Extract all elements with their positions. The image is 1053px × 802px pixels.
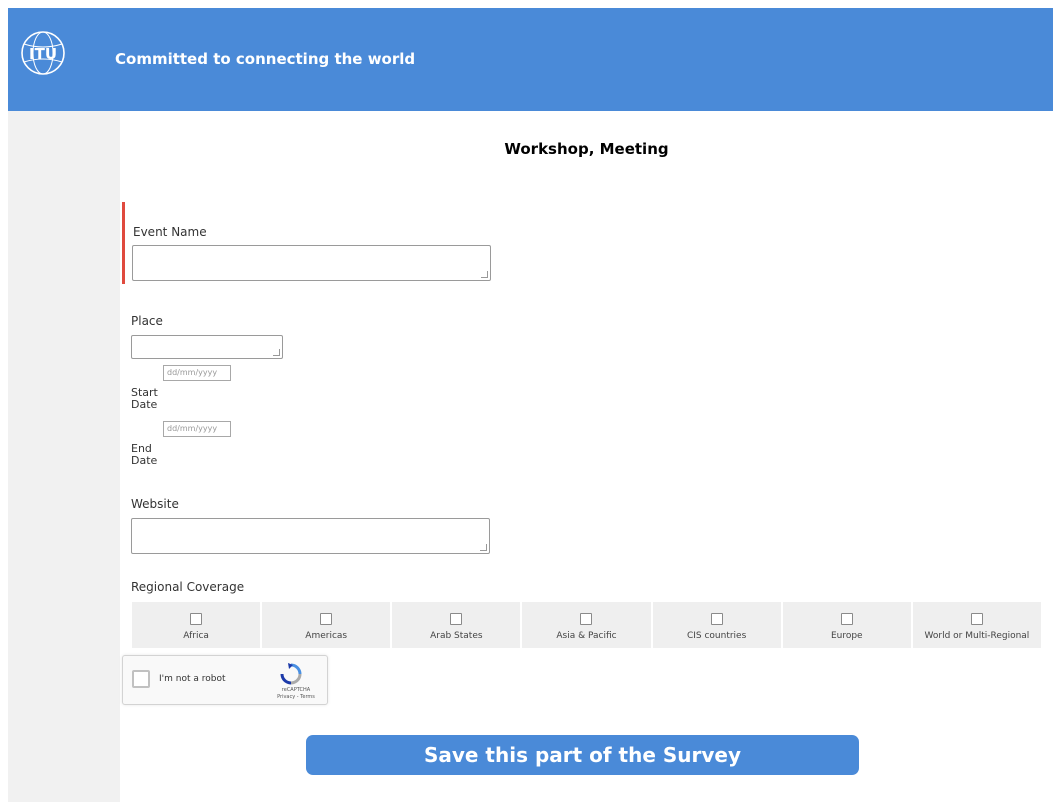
page: ITU Committed to connecting the world Wo… bbox=[0, 0, 1053, 802]
region-checkbox-world[interactable] bbox=[970, 613, 983, 625]
recaptcha-checkbox[interactable] bbox=[132, 670, 150, 688]
region-option-europe: Europe bbox=[783, 602, 913, 648]
save-survey-button[interactable]: Save this part of the Survey bbox=[306, 735, 859, 775]
event-name-label: Event Name bbox=[133, 225, 207, 239]
page-title: Workshop, Meeting bbox=[504, 140, 669, 158]
region-label: CIS countries bbox=[686, 631, 747, 641]
region-option-africa: Africa bbox=[132, 602, 263, 648]
region-option-world: World or Multi-Regional bbox=[913, 602, 1041, 648]
recaptcha-links[interactable]: Privacy - Terms bbox=[274, 694, 318, 700]
header-tagline: Committed to connecting the world bbox=[115, 50, 416, 68]
header-banner: ITU Committed to connecting the world bbox=[8, 8, 1053, 111]
region-label: Africa bbox=[183, 631, 209, 641]
region-checkbox-arab-states[interactable] bbox=[450, 613, 463, 625]
region-option-asia-pacific: Asia & Pacific bbox=[522, 602, 653, 648]
event-name-input[interactable] bbox=[132, 245, 491, 281]
recaptcha-logo-icon bbox=[280, 663, 302, 685]
region-option-arab-states: Arab States bbox=[392, 602, 523, 648]
region-option-cis-countries: CIS countries bbox=[653, 602, 783, 648]
required-indicator bbox=[122, 202, 125, 284]
recaptcha-label: I'm not a robot bbox=[159, 674, 226, 684]
region-label: Americas bbox=[305, 631, 348, 641]
region-checkbox-asia-pacific[interactable] bbox=[580, 613, 593, 625]
recaptcha-brand: reCAPTCHA bbox=[281, 687, 311, 693]
website-input[interactable] bbox=[131, 518, 490, 554]
end-date-label: End Date bbox=[131, 442, 158, 467]
region-checkbox-americas[interactable] bbox=[320, 613, 333, 625]
region-option-americas: Americas bbox=[262, 602, 393, 648]
place-input[interactable] bbox=[131, 335, 283, 359]
regional-coverage-label: Regional Coverage bbox=[131, 580, 245, 594]
start-date-label: Start Date bbox=[131, 386, 158, 411]
place-label: Place bbox=[131, 314, 163, 328]
region-label: Europe bbox=[830, 631, 863, 641]
website-label: Website bbox=[131, 497, 179, 511]
region-label: World or Multi-Regional bbox=[924, 631, 1030, 641]
itu-logo-icon[interactable]: ITU bbox=[20, 30, 66, 76]
regional-coverage-options: Africa Americas Arab States Asia & Pacif… bbox=[132, 602, 1041, 648]
start-date-input[interactable]: dd/mm/yyyy bbox=[163, 365, 231, 381]
region-checkbox-africa[interactable] bbox=[190, 613, 203, 625]
left-margin-strip bbox=[8, 111, 120, 802]
region-checkbox-europe[interactable] bbox=[840, 613, 853, 625]
region-checkbox-cis-countries[interactable] bbox=[710, 613, 723, 625]
recaptcha-widget: I'm not a robot reCAPTCHA Privacy - Term… bbox=[122, 655, 328, 705]
region-label: Asia & Pacific bbox=[556, 631, 617, 641]
end-date-input[interactable]: dd/mm/yyyy bbox=[163, 421, 231, 437]
region-label: Arab States bbox=[430, 631, 483, 641]
logo-text: ITU bbox=[29, 45, 57, 63]
